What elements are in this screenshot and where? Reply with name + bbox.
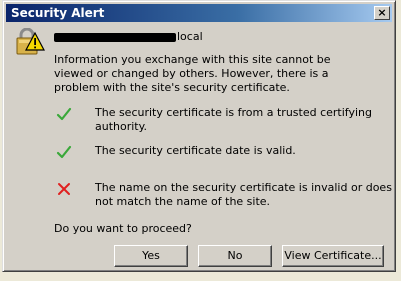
check-icon bbox=[56, 145, 72, 159]
close-button[interactable]: × bbox=[374, 6, 390, 20]
background-strip-right bbox=[396, 0, 401, 281]
x-icon bbox=[58, 183, 70, 195]
background-strip-bottom bbox=[0, 272, 401, 281]
check-text: The security certificate date is valid. bbox=[95, 144, 296, 157]
check-text: The security certificate is from a trust… bbox=[95, 106, 372, 133]
redacted-hostname bbox=[54, 32, 176, 42]
no-button[interactable]: No bbox=[198, 245, 272, 267]
check-text: The name on the security certificate is … bbox=[95, 181, 392, 208]
dialog-title: Security Alert bbox=[11, 6, 105, 20]
proceed-question: Do you want to proceed? bbox=[54, 222, 192, 235]
title-bar[interactable]: Security Alert × bbox=[6, 4, 392, 22]
intro-message: Information you exchange with this site … bbox=[54, 53, 331, 94]
view-certificate-button[interactable]: View Certificate... bbox=[282, 245, 384, 267]
site-domain-suffix: local bbox=[177, 30, 203, 43]
lock-warning-icon bbox=[16, 28, 45, 55]
site-name: local bbox=[54, 30, 203, 43]
yes-button[interactable]: Yes bbox=[114, 245, 188, 267]
check-icon bbox=[56, 107, 72, 121]
